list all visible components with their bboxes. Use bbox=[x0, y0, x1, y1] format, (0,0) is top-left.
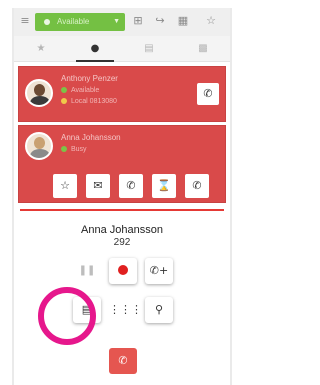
presence-label: Available bbox=[57, 17, 90, 26]
chat-icon: ✉ bbox=[93, 179, 103, 192]
contact-card[interactable]: Anthony Penzer Available Local 0813080 ✆ bbox=[18, 66, 226, 122]
calendar-icon[interactable]: ▦ bbox=[176, 14, 190, 28]
star-icon: ★ bbox=[36, 43, 46, 54]
tab-voicemail[interactable]: ▩ bbox=[176, 36, 230, 62]
contact-status: Busy bbox=[61, 146, 87, 153]
callee-name: Anna Johansson bbox=[81, 224, 163, 236]
chat-button[interactable]: ✉ bbox=[86, 174, 110, 198]
tab-bar: ★ ● ▤ ▩ bbox=[14, 36, 230, 62]
avatar bbox=[25, 79, 53, 107]
hangup-button[interactable]: ✆ bbox=[109, 348, 137, 374]
avatar bbox=[25, 132, 53, 160]
star-icon: ☆ bbox=[60, 179, 70, 192]
top-toolbar: ≡ Available ▼ ⊞ ↪ ▦ ☆ bbox=[14, 8, 230, 36]
person-icon: ● bbox=[90, 43, 100, 54]
contact-status: Available bbox=[61, 87, 99, 94]
wait-button[interactable]: ⌛ bbox=[152, 174, 176, 198]
presence-dropdown[interactable]: Available ▼ bbox=[35, 13, 125, 31]
keypad-button[interactable]: ⋮⋮⋮ bbox=[109, 297, 142, 323]
highlight-ring bbox=[38, 287, 96, 345]
voicemail-icon: ▩ bbox=[198, 43, 208, 54]
tab-contacts[interactable]: ● bbox=[68, 36, 122, 62]
contact-card[interactable]: Anna Johansson Busy ☆ ✉ ✆ ⌛ ✆ bbox=[18, 125, 226, 203]
status-dot bbox=[61, 146, 67, 152]
hold-button[interactable]: ❚❚ bbox=[73, 258, 101, 284]
call-button[interactable]: ✆ bbox=[197, 83, 219, 105]
status-dot bbox=[61, 87, 67, 93]
status-dot bbox=[61, 98, 67, 104]
chevron-down-icon: ▼ bbox=[113, 18, 120, 25]
hangup-icon: ✆ bbox=[118, 354, 128, 367]
search-button[interactable]: ⚲ bbox=[145, 297, 173, 323]
tab-favorites[interactable]: ★ bbox=[14, 36, 68, 62]
star-icon[interactable]: ☆ bbox=[204, 14, 218, 28]
tab-phonebook[interactable]: ▤ bbox=[122, 36, 176, 62]
contact-name: Anna Johansson bbox=[61, 133, 121, 142]
phone-icon: ✆ bbox=[192, 179, 202, 192]
call-forward-icon[interactable]: ↪ bbox=[153, 14, 167, 28]
call-button[interactable]: ✆ bbox=[119, 174, 143, 198]
search-icon: ⚲ bbox=[154, 303, 164, 316]
hourglass-icon: ⌛ bbox=[157, 179, 171, 192]
record-icon bbox=[118, 265, 128, 275]
add-call-button[interactable]: ✆+ bbox=[145, 258, 173, 284]
contact-name: Anthony Penzer bbox=[61, 74, 118, 83]
favorite-button[interactable]: ☆ bbox=[53, 174, 77, 198]
menu-icon[interactable]: ≡ bbox=[18, 14, 32, 28]
pause-icon: ❚❚ bbox=[78, 265, 96, 276]
record-button[interactable] bbox=[109, 258, 137, 284]
presence-dot bbox=[44, 19, 50, 25]
contact-detail: Local 0813080 bbox=[61, 98, 117, 105]
phone-icon: ✆ bbox=[203, 87, 213, 100]
transfer-call-button[interactable]: ✆ bbox=[185, 174, 209, 198]
callee-extension: 292 bbox=[113, 237, 131, 248]
phone-icon: ✆ bbox=[126, 179, 136, 192]
phone-add-icon: ✆+ bbox=[149, 264, 169, 277]
grid-icon[interactable]: ⊞ bbox=[131, 14, 145, 28]
dialpad-icon: ⋮⋮⋮ bbox=[109, 303, 142, 316]
divider bbox=[20, 209, 224, 211]
book-icon: ▤ bbox=[144, 43, 154, 54]
